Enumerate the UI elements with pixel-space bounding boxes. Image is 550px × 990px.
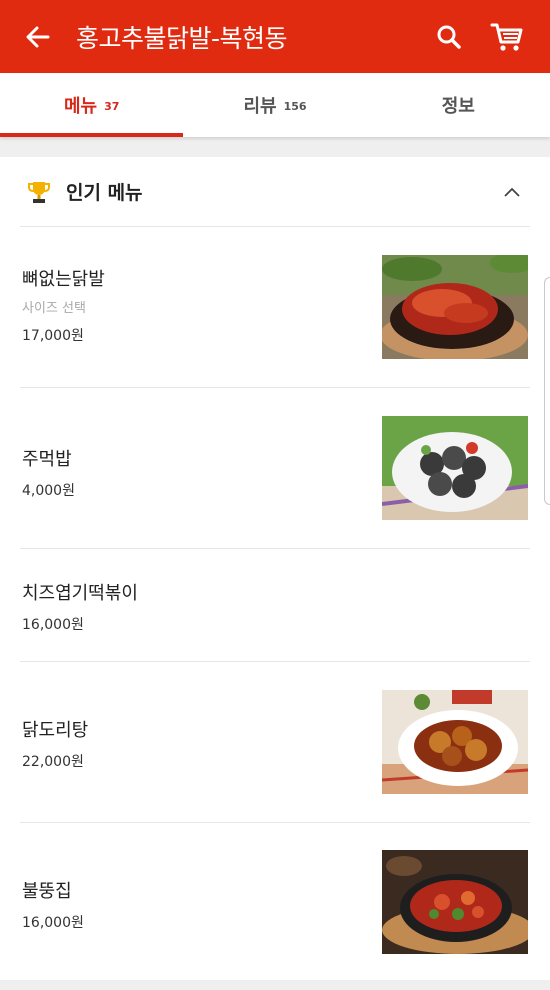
- scroll-indicator[interactable]: [544, 277, 550, 505]
- tab-info-label: 정보: [441, 96, 475, 117]
- section-title: 인기 메뉴: [66, 182, 143, 204]
- tab-menu-count: 37: [104, 100, 120, 113]
- popular-menu-header[interactable]: 인기 메뉴: [20, 157, 530, 227]
- tab-menu[interactable]: 메뉴 37: [0, 73, 184, 137]
- tab-reviews-label: 리뷰: [243, 96, 277, 117]
- menu-item[interactable]: 불뚱집 16,000원: [20, 823, 530, 980]
- tab-info[interactable]: 정보: [367, 73, 550, 137]
- menu-item-price: 22,000원: [22, 754, 84, 770]
- menu-item-photo: [382, 690, 528, 794]
- tab-reviews-count: 156: [283, 100, 307, 113]
- search-icon: [437, 25, 461, 49]
- app-bar: 홍고추불닭발-복현동: [0, 0, 550, 73]
- menu-item-photo: [382, 850, 528, 954]
- cart-icon: [490, 23, 523, 51]
- tab-menu-label: 메뉴: [63, 96, 98, 117]
- arrow-left-icon: [26, 26, 50, 47]
- menu-item-name: 뼈없는닭발: [22, 269, 105, 290]
- menu-item-price: 4,000원: [22, 483, 75, 499]
- menu-item-name: 불뚱집: [22, 881, 72, 902]
- store-title: 홍고추불닭발-복현동: [76, 23, 288, 53]
- menu-item[interactable]: 뼈없는닭발 사이즈 선택 17,000원: [20, 227, 530, 388]
- menu-item-name: 주먹밥: [22, 449, 72, 470]
- chevron-up-icon: [504, 187, 520, 197]
- menu-item-option: 사이즈 선택: [22, 301, 86, 316]
- tab-bar: 메뉴 37 리뷰 156 정보: [0, 73, 550, 137]
- menu-item-price: 16,000원: [22, 915, 84, 931]
- tab-reviews[interactable]: 리뷰 156: [183, 73, 366, 137]
- menu-item[interactable]: 주먹밥 4,000원: [20, 388, 530, 549]
- trophy-icon: [26, 179, 52, 205]
- menu-item-price: 17,000원: [22, 328, 84, 344]
- cart-button[interactable]: [478, 0, 536, 73]
- collapse-button[interactable]: [494, 174, 530, 210]
- menu-item-photo: [382, 416, 528, 520]
- menu-item-photo: [382, 255, 528, 359]
- back-button[interactable]: [0, 0, 76, 73]
- menu-section: 인기 메뉴 뼈없는닭발 사이즈 선택 17,000원 주먹밥 4,000원 치즈…: [0, 157, 550, 980]
- menu-item[interactable]: 닭도리탕 22,000원: [20, 662, 530, 823]
- menu-item-price: 16,000원: [22, 617, 84, 633]
- menu-item-name: 치즈엽기떡볶이: [22, 583, 138, 604]
- menu-item-name: 닭도리탕: [22, 720, 89, 741]
- menu-item[interactable]: 치즈엽기떡볶이 16,000원: [20, 549, 530, 662]
- search-button[interactable]: [420, 0, 478, 73]
